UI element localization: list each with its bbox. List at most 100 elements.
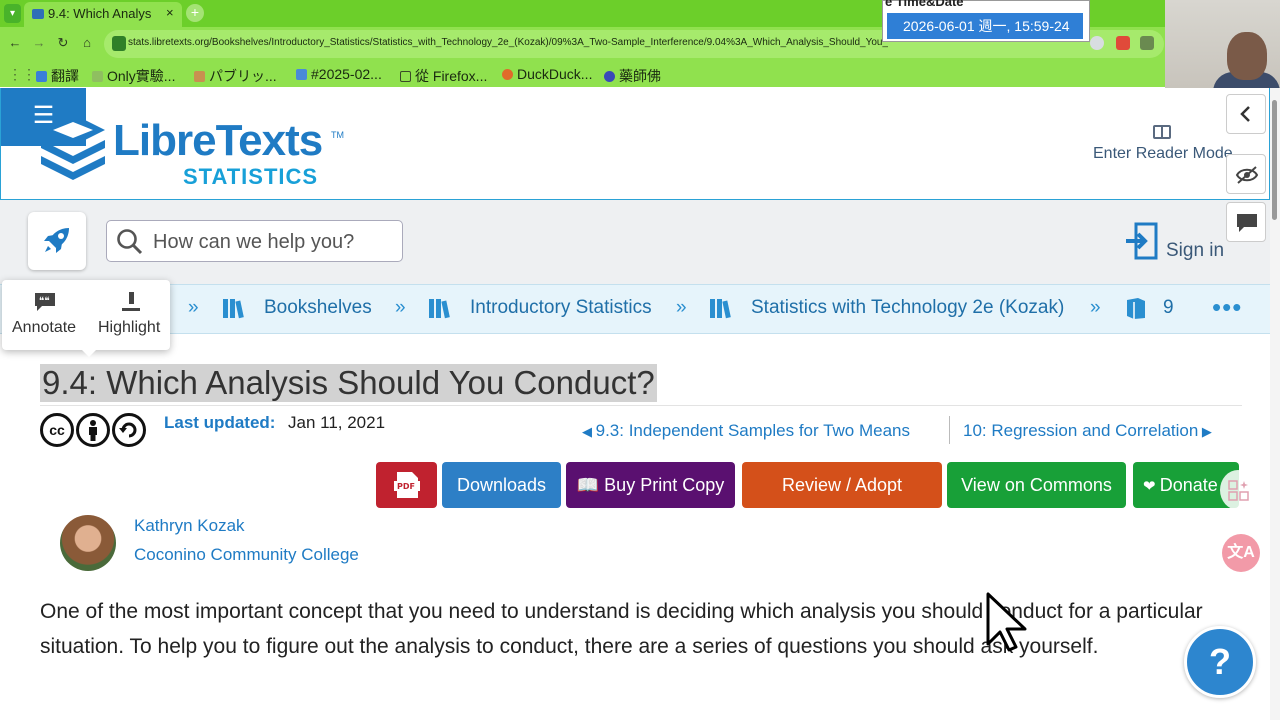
breadcrumb-separator: » bbox=[676, 297, 687, 318]
extension-badge-icon[interactable] bbox=[1116, 36, 1130, 50]
forward-icon[interactable]: → bbox=[30, 35, 48, 50]
datetime-popup: e Time&Date 2026-06-01 週一, 15:59-24 bbox=[882, 0, 1090, 42]
bookmark-favicon-icon bbox=[194, 71, 205, 82]
bookmark-item[interactable]: 翻譯 bbox=[36, 66, 79, 86]
right-toolbar bbox=[1226, 88, 1270, 248]
extension-icon[interactable] bbox=[1090, 36, 1104, 50]
bookshelf-icon bbox=[223, 299, 244, 319]
bookmark-item[interactable]: #2025-02... bbox=[296, 66, 382, 82]
bookmark-favicon-icon bbox=[502, 69, 513, 80]
site-info-icon[interactable] bbox=[112, 36, 126, 51]
rocket-button[interactable] bbox=[28, 212, 86, 270]
highlight-icon bbox=[122, 292, 140, 311]
site-header: ☰ LibreTexts TM STATISTICS Enter Reader … bbox=[0, 88, 1270, 200]
bookmarks-bar: ⋮⋮ 翻譯 Only實驗... パブリッ... #2025-02... 從 Fi… bbox=[0, 62, 1280, 87]
search-band: How can we help you? Sign in bbox=[0, 200, 1270, 284]
home-icon[interactable]: ⌂ bbox=[78, 35, 96, 50]
caret-right-icon: ▶ bbox=[1198, 424, 1212, 439]
breadcrumb-item-statistics-with-technology[interactable]: Statistics with Technology 2e (Kozak) bbox=[751, 297, 1064, 319]
downloads-button[interactable]: Downloads bbox=[442, 462, 561, 508]
annotate-icon: ❝❝ bbox=[35, 293, 55, 311]
previous-page-link[interactable]: ◀ 9.3: Independent Samples for Two Means bbox=[582, 421, 910, 441]
review-adopt-button[interactable]: Review / Adopt bbox=[742, 462, 942, 508]
breadcrumb-item-bookshelves[interactable]: Bookshelves bbox=[264, 297, 372, 319]
tab-favicon-icon bbox=[32, 9, 44, 19]
pdf-icon: PDF bbox=[394, 472, 420, 498]
sign-in-icon[interactable] bbox=[1124, 222, 1158, 260]
svg-text:❝❝: ❝❝ bbox=[39, 296, 50, 307]
breadcrumb: » Bookshelves » Introductory Statistics … bbox=[0, 284, 1270, 334]
puzzle-icon[interactable] bbox=[1140, 36, 1154, 50]
book-open-icon: 📖 bbox=[576, 475, 605, 495]
grid-sparkle-icon bbox=[1228, 480, 1249, 501]
previous-page-label: 9.3: Independent Samples for Two Means bbox=[595, 421, 910, 440]
reader-mode-button[interactable]: Enter Reader Mode bbox=[1093, 145, 1233, 163]
breadcrumb-item-introductory-statistics[interactable]: Introductory Statistics bbox=[470, 297, 652, 319]
help-button[interactable]: ? bbox=[1184, 626, 1256, 698]
annotations-panel-button[interactable] bbox=[1226, 202, 1266, 242]
search-input[interactable]: How can we help you? bbox=[106, 220, 403, 262]
bookmark-favicon-icon bbox=[36, 71, 47, 82]
page-nav-divider bbox=[949, 416, 950, 444]
floating-apps-button[interactable] bbox=[1220, 470, 1256, 510]
buy-print-copy-button[interactable]: 📖 Buy Print Copy bbox=[566, 462, 735, 508]
page-scrollbar[interactable] bbox=[1270, 88, 1280, 720]
next-page-link[interactable]: 10: Regression and Correlation ▶ bbox=[963, 421, 1212, 441]
breadcrumb-separator: » bbox=[1090, 297, 1101, 318]
url-text[interactable]: stats.libretexts.org/Bookshelves/Introdu… bbox=[128, 37, 888, 48]
reload-icon[interactable]: ↻ bbox=[54, 35, 72, 51]
breadcrumb-separator: » bbox=[188, 297, 199, 318]
bookmark-item[interactable]: パブリッ... bbox=[194, 66, 277, 86]
view-on-commons-button[interactable]: View on Commons bbox=[947, 462, 1126, 508]
new-tab-button[interactable]: + bbox=[186, 4, 204, 22]
logo-trademark: TM bbox=[331, 130, 344, 140]
title-divider bbox=[40, 405, 1242, 406]
back-icon[interactable]: ← bbox=[6, 35, 24, 50]
attribution-icon bbox=[76, 413, 110, 447]
last-updated-date: Jan 11, 2021 bbox=[288, 413, 386, 432]
author-name[interactable]: Kathryn Kozak bbox=[134, 516, 245, 536]
bookshelf-icon bbox=[429, 299, 450, 319]
breadcrumb-more-button[interactable]: ••• bbox=[1212, 294, 1242, 320]
sign-in-button[interactable]: Sign in bbox=[1166, 240, 1224, 262]
hide-annotations-button[interactable] bbox=[1226, 154, 1266, 194]
logo-subtitle[interactable]: STATISTICS bbox=[183, 164, 318, 190]
highlight-button[interactable]: Highlight bbox=[98, 319, 160, 337]
eye-slash-icon bbox=[1235, 166, 1259, 184]
pdf-button[interactable]: PDF bbox=[376, 462, 437, 508]
tab-close-icon[interactable]: × bbox=[166, 5, 174, 20]
breadcrumb-item-chapter[interactable]: 9 bbox=[1163, 297, 1173, 319]
folder-icon bbox=[400, 71, 411, 82]
author-avatar bbox=[60, 515, 116, 571]
webcam-person-head bbox=[1227, 32, 1267, 80]
scrollbar-thumb[interactable] bbox=[1272, 100, 1277, 220]
collapse-button[interactable] bbox=[1226, 94, 1266, 134]
author-organization[interactable]: Coconino Community College bbox=[134, 545, 359, 565]
apps-icon[interactable]: ⋮⋮ bbox=[8, 66, 36, 83]
mouse-cursor-icon bbox=[986, 592, 1027, 652]
license-badges[interactable]: cc bbox=[40, 413, 146, 447]
browser-tab-active[interactable]: 9.4: Which Analys × bbox=[24, 2, 182, 27]
logo-wordmark[interactable]: LibreTexts bbox=[113, 116, 323, 166]
page-title: 9.4: Which Analysis Should You Conduct? bbox=[40, 364, 657, 402]
last-updated-label: Last updated: bbox=[164, 413, 276, 432]
cc-icon: cc bbox=[40, 413, 74, 447]
bookmark-item[interactable]: 藥師佛 bbox=[604, 66, 661, 86]
svg-text:PDF: PDF bbox=[397, 482, 415, 491]
libretexts-logo-icon[interactable] bbox=[35, 106, 111, 182]
tab-list-button[interactable]: ▾ bbox=[4, 4, 21, 23]
search-placeholder: How can we help you? bbox=[153, 231, 355, 253]
annotate-button[interactable]: Annotate bbox=[12, 319, 76, 337]
next-page-label: 10: Regression and Correlation bbox=[963, 421, 1199, 440]
bookmark-item[interactable]: DuckDuck... bbox=[502, 66, 592, 82]
bookmark-folder[interactable]: 從 Firefox... bbox=[400, 66, 487, 86]
bookmark-item[interactable]: Only實驗... bbox=[92, 66, 175, 86]
bookmark-favicon-icon bbox=[92, 71, 103, 82]
translate-button[interactable]: 文A bbox=[1222, 534, 1260, 572]
quote-bubble-icon bbox=[1237, 214, 1257, 232]
tab-title: 9.4: Which Analys bbox=[48, 6, 152, 21]
reader-mode-icon[interactable] bbox=[1153, 125, 1171, 139]
rocket-icon bbox=[44, 228, 69, 253]
chevron-left-icon bbox=[1240, 106, 1250, 122]
datetime-value[interactable]: 2026-06-01 週一, 15:59-24 bbox=[887, 13, 1083, 39]
